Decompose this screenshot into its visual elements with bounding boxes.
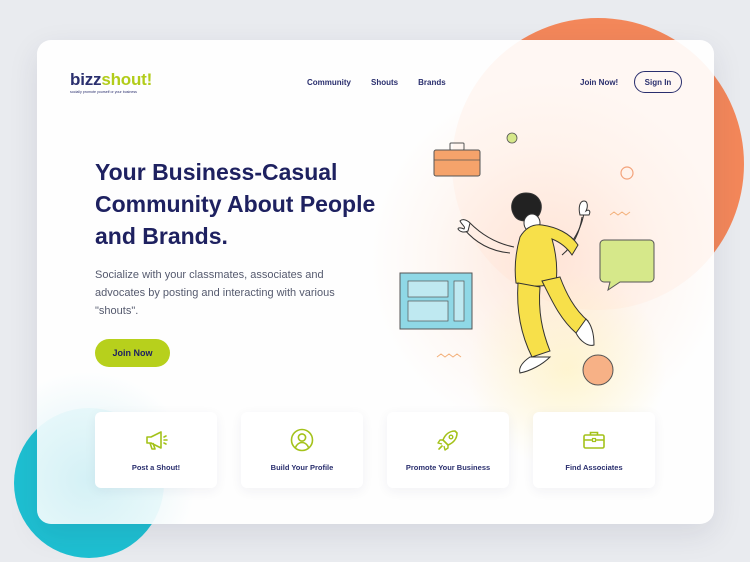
briefcase-icon	[581, 427, 607, 453]
main-nav: Community Shouts Brands	[307, 78, 446, 87]
speech-bubble	[599, 239, 655, 292]
nav-link-community[interactable]: Community	[307, 78, 351, 87]
logo-wordmark: bizzshout!	[70, 70, 153, 89]
hero-illustration	[399, 132, 655, 386]
hero-title: Your Business-Casual Community About Peo…	[95, 159, 376, 249]
rocket-icon	[435, 427, 461, 453]
feature-tile-promote-business[interactable]: Promote Your Business	[387, 412, 509, 488]
feature-label: Promote Your Business	[405, 463, 491, 472]
floating-briefcase	[433, 142, 481, 177]
megaphone-icon	[143, 427, 169, 453]
logo-tagline: socially promote yourself or your busine…	[70, 90, 137, 94]
decor-green-dot	[506, 132, 518, 144]
post-window-graphic	[399, 272, 473, 330]
join-now-button[interactable]: Join Now	[95, 339, 170, 367]
feature-tile-find-associates[interactable]: Find Associates	[533, 412, 655, 488]
nav-link-brands[interactable]: Brands	[418, 78, 446, 87]
brand-logo[interactable]: bizzshout! socially promote yourself or …	[70, 70, 153, 95]
join-now-link[interactable]: Join Now!	[580, 78, 618, 87]
jumping-person-figure	[457, 192, 595, 374]
decor-squiggle-bottom	[436, 353, 462, 358]
decor-squiggle-top	[609, 211, 631, 216]
sign-in-button[interactable]: Sign In	[634, 71, 682, 93]
feature-tile-post-shout[interactable]: Post a Shout!	[95, 412, 217, 488]
nav-link-shouts[interactable]: Shouts	[371, 78, 398, 87]
decor-ring	[620, 166, 634, 180]
user-profile-icon	[289, 427, 315, 453]
feature-label: Build Your Profile	[270, 463, 334, 472]
feature-label: Post a Shout!	[131, 463, 181, 472]
feature-tile-build-profile[interactable]: Build Your Profile	[241, 412, 363, 488]
landing-card: bizzshout! socially promote yourself or …	[37, 40, 714, 524]
hero-subtitle: Socialize with your classmates, associat…	[95, 269, 335, 317]
decor-orange-ball	[582, 354, 614, 386]
feature-label: Find Associates	[565, 463, 623, 472]
